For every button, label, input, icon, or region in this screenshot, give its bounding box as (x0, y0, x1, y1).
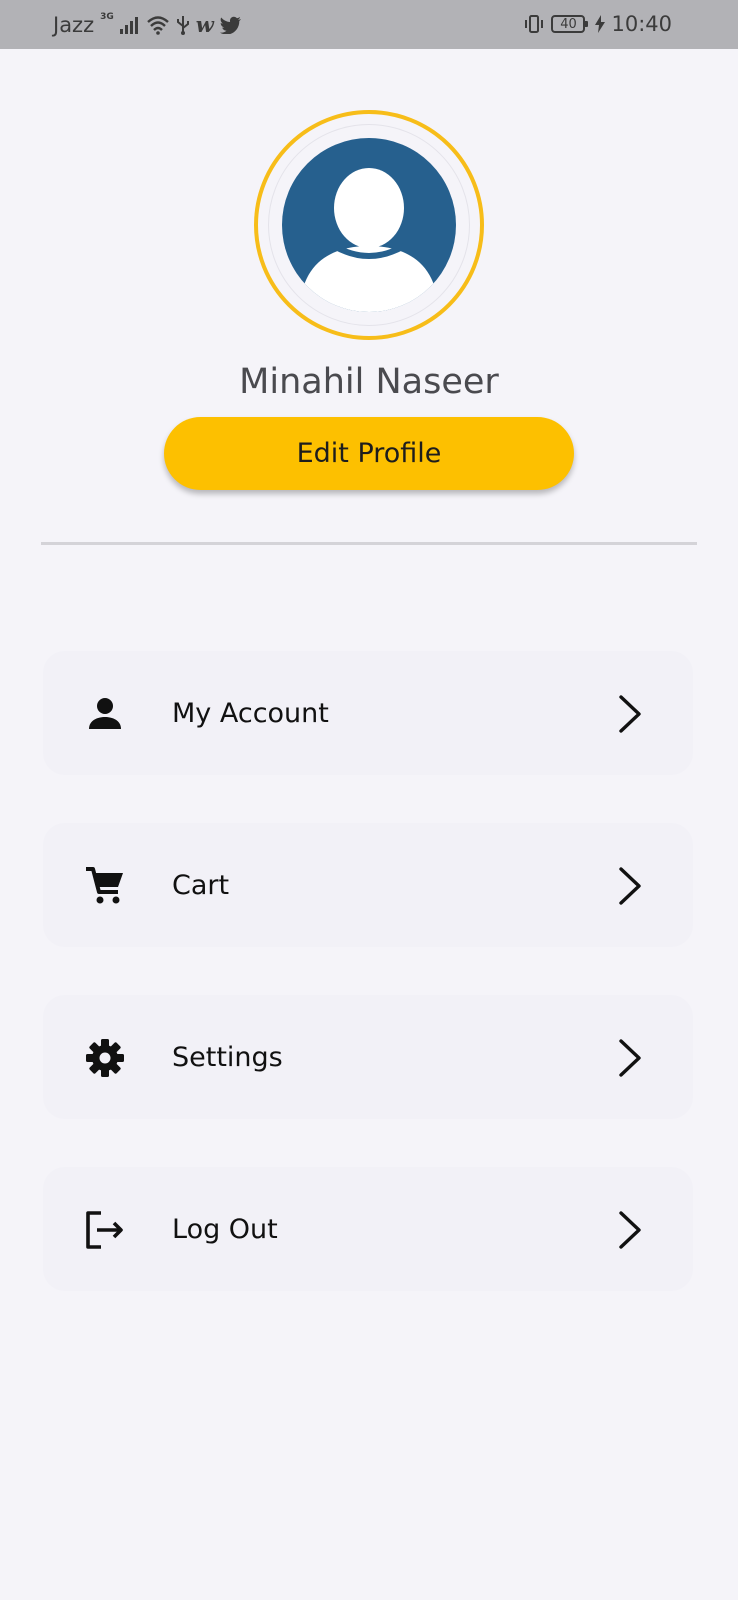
status-bar-right: 40 10:40 (523, 12, 672, 36)
twitter-icon (219, 16, 242, 34)
logout-icon (85, 1210, 125, 1250)
signal-icon (119, 16, 140, 34)
chevron-right-icon (615, 1037, 645, 1079)
charging-icon (595, 15, 606, 33)
battery-icon: 40 (551, 15, 589, 33)
vibrate-icon (523, 14, 545, 34)
cart-icon (85, 866, 125, 906)
wifi-icon (146, 15, 170, 35)
status-bar: Jazz 3G w 40 10:40 (0, 0, 738, 49)
network-type: 3G (100, 11, 114, 22)
chevron-right-icon (615, 693, 645, 735)
chevron-right-icon (615, 1209, 645, 1251)
menu-item-my-account[interactable]: My Account (43, 651, 693, 775)
chevron-right-icon (615, 865, 645, 907)
default-user-avatar-icon (282, 138, 456, 312)
menu-item-label: Cart (172, 869, 230, 901)
person-icon (85, 694, 125, 734)
gear-icon (85, 1038, 125, 1078)
profile-avatar-ring[interactable] (254, 110, 484, 340)
menu-item-log-out[interactable]: Log Out (43, 1167, 693, 1291)
menu-item-label: My Account (172, 697, 329, 729)
menu-item-settings[interactable]: Settings (43, 995, 693, 1119)
divider (41, 542, 697, 545)
profile-name: Minahil Naseer (239, 362, 499, 402)
status-bar-left: Jazz 3G w (53, 12, 242, 37)
usb-icon (176, 15, 190, 35)
menu-item-label: Settings (172, 1041, 283, 1073)
menu-item-label: Log Out (172, 1213, 278, 1245)
battery-level: 40 (560, 16, 577, 32)
menu-item-cart[interactable]: Cart (43, 823, 693, 947)
w-app-icon: w (195, 12, 214, 37)
carrier-name: Jazz (53, 12, 95, 37)
edit-profile-button[interactable]: Edit Profile (164, 417, 574, 490)
clock: 10:40 (611, 12, 672, 36)
avatar (282, 138, 456, 312)
